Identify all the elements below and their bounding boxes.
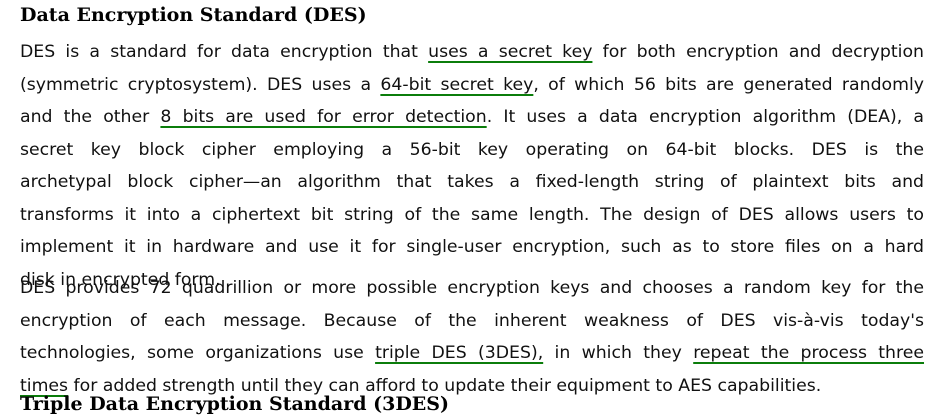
paragraph-des-keys: DES provides 72 quadrillion or more poss… bbox=[20, 272, 924, 402]
highlight-repeat-process: repeat the process three bbox=[693, 343, 925, 363]
text-line: and the other 8 bits are used for error … bbox=[20, 107, 924, 127]
text-line: (symmetric cryptosystem). DES uses a 64-… bbox=[20, 74, 924, 95]
highlight-error-detection: 8 bits are used for error detection bbox=[160, 107, 487, 127]
text-line: secret key block cipher employing a 56-b… bbox=[20, 139, 924, 160]
paragraph-des-description: DES is a standard for data encryption th… bbox=[20, 36, 924, 296]
text-line: DES provides 72 quadrillion or more poss… bbox=[20, 278, 924, 298]
text-line: implement it in hardware and use it for … bbox=[20, 237, 924, 257]
text-line: DES is a standard for data encryption th… bbox=[20, 42, 924, 62]
highlight-triple-des: triple DES (3DES), bbox=[375, 343, 544, 363]
highlight-secret-key: uses a secret key bbox=[428, 42, 593, 62]
text-line: transforms it into a ciphertext bit stri… bbox=[20, 204, 924, 225]
text-line: technologies, some organizations use tri… bbox=[20, 343, 925, 363]
text-line: encryption of each message. Because of t… bbox=[20, 310, 924, 331]
text-line: archetypal block cipher—an algorithm tha… bbox=[20, 172, 924, 192]
document-page: Data Encryption Standard (DES) DES is a … bbox=[0, 0, 948, 415]
next-section-heading: Triple Data Encryption Standard (3DES) bbox=[20, 393, 449, 415]
section-heading: Data Encryption Standard (DES) bbox=[20, 4, 367, 26]
highlight-64-bit-key: 64-bit secret key bbox=[380, 74, 534, 95]
